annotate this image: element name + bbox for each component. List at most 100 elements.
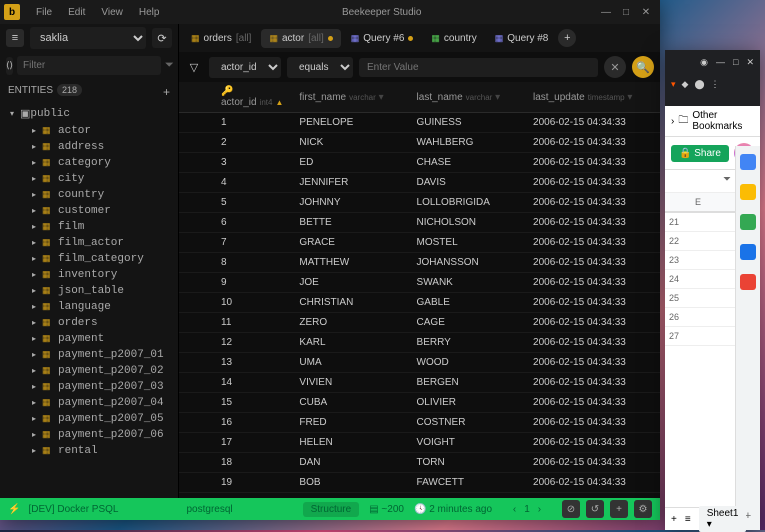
table-inventory[interactable]: ▸▦inventory: [0, 267, 178, 283]
table-payment[interactable]: ▸▦payment: [0, 331, 178, 347]
table-payment_p2007_01[interactable]: ▸▦payment_p2007_01: [0, 347, 178, 363]
table-row[interactable]: 8MATTHEWJOHANSSON2006-02-15 04:34:33: [179, 253, 660, 273]
filter-toggle-icon[interactable]: ▽: [185, 58, 203, 76]
settings-button[interactable]: ⚙: [634, 500, 652, 518]
table-row[interactable]: 11ZEROCAGE2006-02-15 04:34:33: [179, 313, 660, 333]
entity-tree[interactable]: ▾ ▣ public ▸▦actor▸▦address▸▦category▸▦c…: [0, 105, 178, 498]
table-payment_p2007_03[interactable]: ▸▦payment_p2007_03: [0, 379, 178, 395]
table-actor[interactable]: ▸▦actor: [0, 123, 178, 139]
collapse-button[interactable]: ⟨⟩: [6, 57, 13, 75]
ext-shield-icon[interactable]: ◆: [682, 79, 689, 90]
share-button[interactable]: 🔒 Share: [671, 145, 729, 162]
spreadsheet-row[interactable]: 26: [665, 308, 736, 327]
table-row[interactable]: 1PENELOPEGUINESS2006-02-15 04:34:33: [179, 113, 660, 133]
browser-maximize-button[interactable]: □: [733, 57, 738, 67]
table-address[interactable]: ▸▦address: [0, 139, 178, 155]
table-row[interactable]: 14VIVIENBERGEN2006-02-15 04:34:33: [179, 373, 660, 393]
maps-icon[interactable]: [740, 274, 756, 290]
database-select[interactable]: saklia: [30, 27, 146, 49]
table-payment_p2007_04[interactable]: ▸▦payment_p2007_04: [0, 395, 178, 411]
add-entity-button[interactable]: +: [163, 85, 170, 99]
tab-query-8[interactable]: ▦Query #8: [487, 29, 557, 48]
table-row[interactable]: 10CHRISTIANGABLE2006-02-15 04:34:33: [179, 293, 660, 313]
table-language[interactable]: ▸▦language: [0, 299, 178, 315]
filter-column-select[interactable]: actor_id: [209, 57, 281, 78]
col-actor_id[interactable]: 🔑actor_idint4▲: [213, 82, 291, 113]
maximize-button[interactable]: □: [616, 7, 636, 18]
menu-view[interactable]: View: [93, 7, 131, 18]
new-tab-button[interactable]: +: [558, 29, 576, 47]
table-row[interactable]: 2NICKWAHLBERG2006-02-15 04:34:33: [179, 133, 660, 153]
schema-node[interactable]: ▾ ▣ public: [0, 105, 178, 123]
spreadsheet-row[interactable]: 21: [665, 213, 736, 232]
table-customer[interactable]: ▸▦customer: [0, 203, 178, 219]
menu-edit[interactable]: Edit: [60, 7, 93, 18]
menu-file[interactable]: File: [28, 7, 60, 18]
sidebar-filter-input[interactable]: [17, 56, 161, 75]
sheet-tab[interactable]: Sheet1 ▾: [699, 506, 747, 532]
table-payment_p2007_06[interactable]: ▸▦payment_p2007_06: [0, 427, 178, 443]
spreadsheet-row[interactable]: 23: [665, 251, 736, 270]
table-country[interactable]: ▸▦country: [0, 187, 178, 203]
table-row[interactable]: 5JOHNNYLOLLOBRIGIDA2006-02-15 04:34:33: [179, 193, 660, 213]
all-sheets-button[interactable]: ≡: [685, 514, 691, 525]
keep-icon[interactable]: [740, 184, 756, 200]
spreadsheet-row[interactable]: 27: [665, 327, 736, 346]
bookmarks-bar[interactable]: › 🗀 Other Bookmarks: [665, 106, 760, 137]
spreadsheet[interactable]: E 21222324252627: [665, 193, 736, 530]
table-payment_p2007_02[interactable]: ▸▦payment_p2007_02: [0, 363, 178, 379]
table-row[interactable]: 3EDCHASE2006-02-15 04:34:33: [179, 153, 660, 173]
table-row[interactable]: 19BOBFAWCETT2006-02-15 04:34:33: [179, 473, 660, 493]
contacts-icon[interactable]: [740, 244, 756, 260]
table-row[interactable]: 16FREDCOSTNER2006-02-15 04:34:33: [179, 413, 660, 433]
col-first_name[interactable]: first_namevarchar ▾: [291, 82, 408, 113]
table-row[interactable]: 18DANTORN2006-02-15 04:34:33: [179, 453, 660, 473]
table-row[interactable]: 17HELENVOIGHT2006-02-15 04:34:33: [179, 433, 660, 453]
filter-apply-button[interactable]: 🔍: [632, 56, 654, 78]
add-sheet-button[interactable]: +: [671, 514, 677, 525]
calendar-icon[interactable]: [740, 154, 756, 170]
table-payment_p2007_05[interactable]: ▸▦payment_p2007_05: [0, 411, 178, 427]
filter-value-input[interactable]: [359, 58, 598, 77]
history-button[interactable]: ↺: [586, 500, 604, 518]
structure-button[interactable]: Structure: [303, 502, 360, 517]
tab-actor[interactable]: ▦actor[all]: [261, 29, 340, 48]
ext-icon[interactable]: ◉: [700, 57, 708, 68]
brave-icon[interactable]: ▾: [671, 79, 676, 90]
table-film[interactable]: ▸▦film: [0, 219, 178, 235]
spreadsheet-row[interactable]: 22: [665, 232, 736, 251]
menu-help[interactable]: Help: [131, 7, 168, 18]
tab-orders[interactable]: ▦orders[all]: [183, 29, 259, 48]
minimize-button[interactable]: —: [596, 7, 616, 18]
tab-country[interactable]: ▦country: [423, 29, 484, 48]
table-rental[interactable]: ▸▦rental: [0, 443, 178, 459]
tasks-icon[interactable]: [740, 214, 756, 230]
pending-changes-button[interactable]: ⊘: [562, 500, 580, 518]
titlebar[interactable]: b FileEditViewHelp Beekeeper Studio — □ …: [0, 0, 660, 24]
table-film_category[interactable]: ▸▦film_category: [0, 251, 178, 267]
page-number[interactable]: 1: [524, 504, 530, 515]
spreadsheet-row[interactable]: 25: [665, 289, 736, 308]
table-row[interactable]: 9JOESWANK2006-02-15 04:34:33: [179, 273, 660, 293]
menu-icon[interactable]: ⋮: [711, 79, 720, 90]
dropdown-icon[interactable]: ⏷: [720, 174, 734, 188]
close-button[interactable]: ✕: [636, 7, 656, 18]
tab-query-6[interactable]: ▦Query #6: [343, 29, 422, 48]
add-row-button[interactable]: +: [610, 500, 628, 518]
spreadsheet-row[interactable]: 24: [665, 270, 736, 289]
page-prev-button[interactable]: ‹: [513, 504, 516, 515]
table-row[interactable]: 15CUBAOLIVIER2006-02-15 04:34:33: [179, 393, 660, 413]
filter-clear-icon[interactable]: ⏷: [165, 59, 174, 72]
data-grid[interactable]: 🔑actor_idint4▲first_namevarchar ▾last_na…: [179, 82, 660, 498]
filter-operator-select[interactable]: equals: [287, 57, 353, 78]
connection-name[interactable]: [DEV] Docker PSQL: [28, 504, 118, 515]
table-row[interactable]: 7GRACEMOSTEL2006-02-15 04:34:33: [179, 233, 660, 253]
col-last_name[interactable]: last_namevarchar ▾: [409, 82, 525, 113]
column-header[interactable]: E: [665, 193, 736, 212]
filter-clear-button[interactable]: ✕: [604, 56, 626, 78]
table-city[interactable]: ▸▦city: [0, 171, 178, 187]
table-row[interactable]: 12KARLBERRY2006-02-15 04:34:33: [179, 333, 660, 353]
browser-close-button[interactable]: ✕: [746, 57, 754, 68]
table-film_actor[interactable]: ▸▦film_actor: [0, 235, 178, 251]
table-row[interactable]: 4JENNIFERDAVIS2006-02-15 04:34:33: [179, 173, 660, 193]
